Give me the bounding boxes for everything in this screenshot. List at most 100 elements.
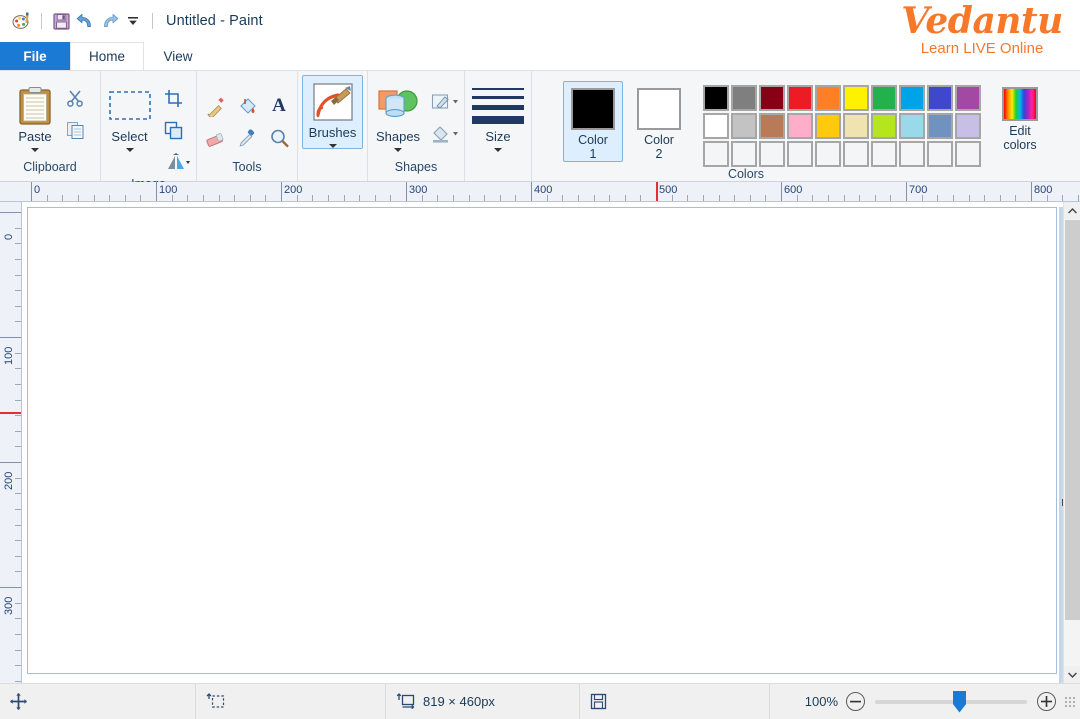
palette-swatch-1-7[interactable] [871,85,897,111]
size-caret-icon[interactable] [494,148,502,152]
palette-swatch-2-3[interactable] [759,113,785,139]
h-ruler-minor-tick [500,195,501,202]
size-line-4 [472,116,524,124]
palette-swatch-1-6[interactable] [843,85,869,111]
palette-swatch-1-10[interactable] [955,85,981,111]
tab-home[interactable]: Home [70,42,144,70]
h-ruler-minor-tick [1000,195,1001,202]
zoom-in-button[interactable] [1037,692,1056,711]
palette-swatch-2-6[interactable] [843,113,869,139]
color2-swatch [637,88,681,130]
palette-swatch-1-2[interactable] [731,85,757,111]
vertical-ruler[interactable]: 0100200300 [0,202,22,683]
palette-swatch-2-4[interactable] [787,113,813,139]
h-ruler-minor-tick [484,195,485,202]
paste-caret-icon[interactable] [31,148,39,152]
resize-grip-icon[interactable] [1064,696,1076,708]
h-ruler-minor-tick [375,195,376,202]
palette-swatch-1-4[interactable] [787,85,813,111]
edit-colors-button[interactable]: Edit colors [991,81,1049,152]
size-button[interactable]: Size [462,79,534,153]
crop-button[interactable] [159,83,189,113]
tab-file[interactable]: File [0,42,70,70]
resize-button[interactable] [159,115,189,145]
customize-qat-icon[interactable] [121,10,145,32]
h-ruler-minor-tick [390,195,391,202]
h-ruler-minor-tick [750,195,751,202]
ribbon-group-image: Select [100,71,196,181]
zoom-slider-thumb[interactable] [953,691,966,713]
h-ruler-label: 800 [1034,184,1052,196]
select-button[interactable]: Select [101,79,159,153]
palette-swatch-3-9[interactable] [927,141,953,167]
h-ruler-minor-tick [922,195,923,202]
color-picker-tool-button[interactable] [232,123,262,153]
palette-swatch-3-7[interactable] [871,141,897,167]
select-caret-icon[interactable] [126,148,134,152]
resize-icon [164,121,183,140]
color2-button[interactable]: Color 2 [629,81,689,162]
palette-swatch-2-9[interactable] [927,113,953,139]
undo-icon[interactable] [73,10,97,32]
shapes-button[interactable]: Shapes [369,79,427,153]
size-line-3 [472,105,524,110]
palette-swatch-3-3[interactable] [759,141,785,167]
scrollbar-thumb[interactable] [1065,220,1080,620]
brushes-icon [312,81,354,125]
shapes-caret-icon[interactable] [394,148,402,152]
rotate-button[interactable] [159,147,197,177]
tab-view[interactable]: View [144,42,212,70]
scroll-up-button[interactable] [1064,202,1080,219]
palette-swatch-1-1[interactable] [703,85,729,111]
brushes-button[interactable]: Brushes [302,75,364,149]
text-tool-button[interactable]: A [264,91,294,121]
palette-swatch-3-5[interactable] [815,141,841,167]
palette-swatch-2-10[interactable] [955,113,981,139]
scroll-down-button[interactable] [1064,666,1080,683]
save-icon[interactable] [49,10,73,32]
size-group-label [465,174,531,181]
qat-divider-2 [152,13,153,29]
palette-swatch-2-1[interactable] [703,113,729,139]
magnifier-tool-button[interactable] [264,123,294,153]
palette-swatch-2-7[interactable] [871,113,897,139]
palette-swatch-3-10[interactable] [955,141,981,167]
palette-swatch-3-2[interactable] [731,141,757,167]
copy-button[interactable] [60,115,90,145]
zoom-out-button[interactable] [846,692,865,711]
status-selection-size [196,684,386,719]
zoom-slider[interactable] [875,700,1027,704]
palette-swatch-3-6[interactable] [843,141,869,167]
crop-icon [164,89,183,108]
paint-app-icon[interactable] [10,10,34,32]
horizontal-ruler[interactable]: 0100200300400500600700800 [0,182,1080,202]
palette-swatch-1-3[interactable] [759,85,785,111]
palette-swatch-3-4[interactable] [787,141,813,167]
pencil-tool-button[interactable] [200,91,230,121]
redo-icon[interactable] [97,10,121,32]
color2-label-line1: Color [644,133,674,147]
h-ruler-minor-tick [562,195,563,202]
palette-swatch-3-8[interactable] [899,141,925,167]
ribbon-tabs: File Home View [0,42,1080,70]
brushes-caret-icon[interactable] [329,144,337,148]
cursor-position-icon [10,693,27,710]
drawing-canvas[interactable] [27,207,1057,674]
palette-swatch-3-1[interactable] [703,141,729,167]
color1-swatch [571,88,615,130]
fill-tool-button[interactable] [232,91,262,121]
tools-grid: A [200,79,294,153]
palette-swatch-2-8[interactable] [899,113,925,139]
paste-button[interactable]: Paste [10,79,60,153]
palette-swatch-1-5[interactable] [815,85,841,111]
v-ruler-major-tick [0,587,22,588]
palette-swatch-2-2[interactable] [731,113,757,139]
palette-swatch-2-5[interactable] [815,113,841,139]
color1-button[interactable]: Color 1 [563,81,623,162]
palette-swatch-1-9[interactable] [927,85,953,111]
palette-swatch-1-8[interactable] [899,85,925,111]
vertical-scrollbar[interactable] [1063,202,1080,683]
cut-button[interactable] [60,83,90,113]
eraser-tool-button[interactable] [200,123,230,153]
v-ruler-minor-tick [15,290,22,291]
